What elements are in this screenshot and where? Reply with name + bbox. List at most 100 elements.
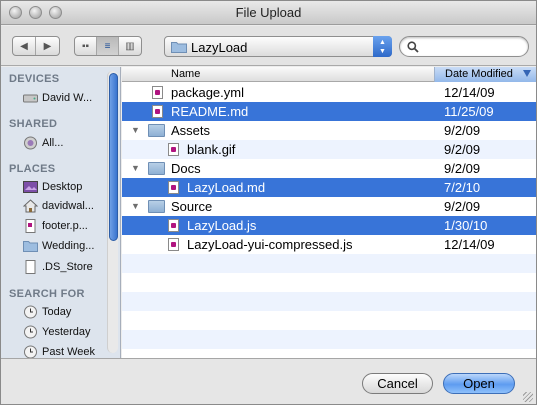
date-modified: 7/2/10: [444, 180, 481, 195]
icon-view-button[interactable]: ▪▪: [75, 37, 97, 55]
clock-icon: [24, 325, 37, 339]
view-mode-buttons: ▪▪ ≡ ▥: [74, 36, 142, 56]
search-input[interactable]: [422, 39, 522, 54]
disclosure-triangle-icon[interactable]: ▼: [131, 121, 140, 140]
button-bar: Cancel Open: [1, 358, 536, 404]
toolbar: ◀ ▶ ▪▪ ≡ ▥ LazyLoad ▲ ▼: [1, 26, 536, 66]
search-icon: [407, 41, 419, 53]
sidebar-item-label: .DS_Store: [42, 261, 93, 273]
folder-icon: [148, 124, 165, 137]
search-field[interactable]: [399, 36, 529, 57]
file-name: README.md: [171, 104, 249, 119]
document-icon: [168, 219, 179, 232]
list-header: Name Date Modified: [122, 67, 536, 82]
file-row[interactable]: LazyLoad.js 1/30/10: [122, 216, 536, 235]
sidebar-scroll-thumb[interactable]: [109, 73, 118, 241]
folder-row[interactable]: ▼ Source 9/2/09: [122, 197, 536, 216]
file-name: Source: [171, 199, 213, 214]
sidebar-item-label: footer.p...: [42, 220, 88, 232]
date-column-label: Date Modified: [445, 68, 513, 80]
empty-row: [122, 254, 536, 273]
forward-arrow-icon: ▶: [43, 40, 52, 52]
window-title: File Upload: [235, 5, 302, 20]
location-label: LazyLoad: [191, 40, 248, 55]
resize-grip-icon[interactable]: [523, 392, 533, 402]
empty-row: [122, 292, 536, 311]
sidebar-item-label: davidwal...: [42, 200, 94, 212]
list-view-button[interactable]: ≡: [97, 37, 119, 55]
sidebar-scrollbar[interactable]: [107, 71, 118, 353]
folder-row[interactable]: ▼ Assets 9/2/09: [122, 121, 536, 140]
navigation-buttons: ◀ ▶: [12, 36, 60, 56]
date-modified: 9/2/09: [444, 199, 481, 214]
column-view-button[interactable]: ▥: [119, 37, 141, 55]
clock-icon: [24, 345, 37, 359]
open-button[interactable]: Open: [443, 373, 515, 394]
clock-icon: [24, 305, 37, 319]
file-badge-icon: [155, 109, 160, 114]
file-badge-icon: [171, 147, 176, 152]
name-column-header[interactable]: Name: [171, 68, 200, 80]
popup-arrows-icon: ▲ ▼: [373, 36, 392, 57]
folder-icon: [171, 42, 187, 53]
sidebar-item-label: Wedding...: [42, 240, 95, 252]
sidebar-header-places: PLACES: [9, 163, 56, 175]
home-icon: [23, 199, 38, 213]
file-name: Assets: [171, 123, 211, 138]
file-badge-icon: [155, 90, 160, 95]
date-modified: 9/2/09: [444, 123, 481, 138]
document-icon: [25, 260, 36, 274]
empty-row: [122, 311, 536, 330]
back-button[interactable]: ◀: [13, 37, 36, 55]
file-row[interactable]: LazyLoad-yui-compressed.js 12/14/09: [122, 235, 536, 254]
document-icon: [168, 143, 179, 156]
date-modified: 12/14/09: [444, 85, 495, 100]
date-modified: 9/2/09: [444, 142, 481, 157]
document-icon: [168, 238, 179, 251]
date-modified: 9/2/09: [444, 161, 481, 176]
empty-row: [122, 330, 536, 349]
cancel-button[interactable]: Cancel: [362, 373, 433, 394]
document-icon: [168, 181, 179, 194]
date-modified-column-header[interactable]: Date Modified: [434, 67, 536, 82]
file-badge-icon: [171, 185, 176, 190]
file-rows: package.yml 12/14/09 README.md 11/25/09 ▼ Ass…: [122, 83, 536, 349]
title-bar: File Upload: [1, 1, 536, 25]
sidebar: DEVICES David W... SHARED All... PLACES …: [1, 67, 121, 359]
file-row[interactable]: blank.gif 9/2/09: [122, 140, 536, 159]
list-icon: ≡: [104, 40, 111, 52]
file-name: Docs: [171, 161, 201, 176]
document-icon: [25, 219, 36, 233]
desktop-icon: [23, 181, 38, 193]
sidebar-item-label: All...: [42, 137, 64, 149]
folder-row[interactable]: ▼ Docs 9/2/09: [122, 159, 536, 178]
file-row[interactable]: package.yml 12/14/09: [122, 83, 536, 102]
disclosure-triangle-icon[interactable]: ▼: [131, 197, 140, 216]
location-popup[interactable]: LazyLoad ▲ ▼: [164, 36, 392, 57]
file-list: Name Date Modified package.yml 12/14/09 RE…: [122, 67, 536, 358]
sidebar-item-label: David W...: [42, 92, 93, 104]
document-icon: [152, 86, 163, 99]
date-modified: 1/30/10: [444, 218, 488, 233]
file-row[interactable]: README.md 11/25/09: [122, 102, 536, 121]
sidebar-header-search-for: SEARCH FOR: [9, 288, 85, 300]
sidebar-header-devices: DEVICES: [9, 73, 60, 85]
file-name: blank.gif: [187, 142, 236, 157]
file-name: LazyLoad.js: [187, 218, 257, 233]
file-badge-icon: [171, 223, 176, 228]
disclosure-triangle-icon[interactable]: ▼: [131, 159, 140, 178]
folder-icon: [148, 200, 165, 213]
forward-button[interactable]: ▶: [36, 37, 59, 55]
date-modified: 12/14/09: [444, 237, 495, 252]
file-name: LazyLoad.md: [187, 180, 266, 195]
file-upload-dialog: File Upload ◀ ▶ ▪▪ ≡ ▥ LazyLoad ▲ ▼ DEVI…: [0, 0, 537, 405]
file-row[interactable]: LazyLoad.md 7/2/10: [122, 178, 536, 197]
empty-row: [122, 273, 536, 292]
sidebar-header-shared: SHARED: [9, 118, 58, 130]
file-name: LazyLoad-yui-compressed.js: [187, 237, 353, 252]
sidebar-item-label: Desktop: [42, 181, 83, 193]
hard-drive-icon: [23, 94, 38, 103]
file-name: package.yml: [171, 85, 244, 100]
grid-icon: ▪▪: [81, 40, 90, 52]
back-arrow-icon: ◀: [20, 40, 28, 52]
